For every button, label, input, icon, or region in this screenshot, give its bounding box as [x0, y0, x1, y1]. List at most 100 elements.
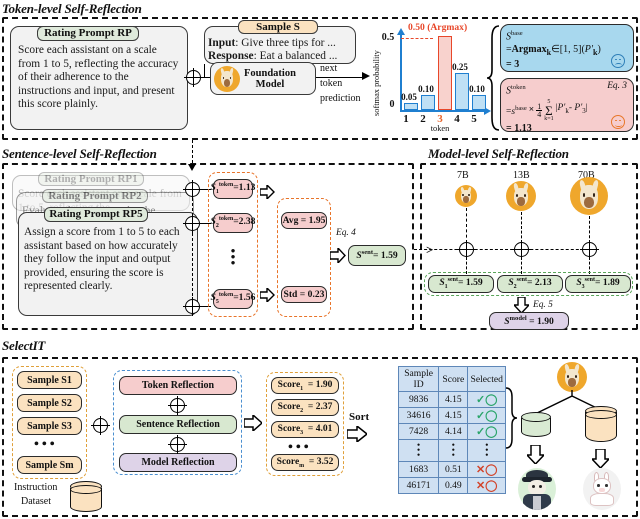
table-header-score: Score [438, 366, 469, 392]
chart-ylabel: softmax probability [372, 50, 381, 116]
section-title-model-level: Model-level Self-Reflection [428, 146, 569, 161]
arrow-selected-to-strong-model [527, 445, 544, 464]
chart-x-axis [400, 110, 486, 112]
selected-data-cylinder [521, 412, 551, 439]
score-item-m: Scorem = 3.52 [271, 454, 339, 471]
dashed-70b-down [589, 216, 590, 243]
sample-item-3: Sample S3 [17, 417, 82, 435]
plus-operator-70b [580, 240, 599, 259]
cell-sample-id: 9836 [397, 391, 440, 408]
dashed-horizontal-model-bus [414, 249, 594, 250]
white-llama-icon [583, 468, 621, 510]
sad-face-icon [611, 54, 625, 68]
cross-icon: ✕◯ [475, 464, 498, 476]
dashed-13b-down [521, 212, 522, 243]
arrow-to-chart-shaft [316, 77, 364, 79]
cell-sample-id: 1683 [397, 461, 440, 478]
foundation-model-label: Foundation Model [244, 68, 296, 90]
plus-operator-sentence-2 [183, 214, 202, 233]
table-header-sample-id: Sample ID [397, 366, 440, 392]
plus-operator-reflection-2 [168, 435, 187, 454]
table-row: 46171 0.49 ✕◯ [397, 477, 506, 494]
cell-score: 4.14 [438, 423, 469, 440]
cell-sample-id-ellipsis: • • • [397, 439, 440, 462]
model-eq-ref: Eq. 5 [533, 300, 553, 310]
chart-ytick-max: 0.5 [381, 32, 395, 43]
arrow-reflections-to-scores [244, 415, 262, 431]
score-item-3: Score3 = 4.01 [271, 421, 339, 438]
rating-prompt-2-tag-text: Rating Prompt RP2 [48, 189, 142, 202]
arrow-to-avg [260, 185, 275, 199]
token-score-5-value: =1.56 [233, 292, 256, 304]
cell-score-ellipsis: • • • [438, 439, 469, 462]
chart-bar-value-2: 0.10 [418, 84, 434, 94]
sentence-reflection-box: Sentence Reflection [119, 415, 237, 434]
plus-operator-13b [512, 240, 531, 259]
softmax-probability-chart: softmax probability 0.5 0 0.50 (Argmax) … [368, 20, 491, 133]
table-row: 9836 4.15 ✓◯ [397, 391, 506, 408]
samples-ellipsis: ••• [34, 437, 58, 452]
rating-prompt-5-tag: Rating Prompt RP5 [44, 207, 148, 222]
dashed-link-arrowhead [188, 164, 196, 171]
base-score-equation-box: Sbase =Argmaxk∈[1, 5](P'k) = 3 [500, 24, 634, 72]
next-token-l3: prediction [320, 93, 361, 104]
dashed-spine-sentence [192, 188, 193, 306]
cross-icon: ✕◯ [475, 480, 498, 492]
rating-prompt-text: Score each assistant on a scale from 1 t… [18, 44, 179, 111]
armored-llama-icon [518, 468, 556, 510]
cell-sample-id: 7428 [397, 423, 440, 440]
instruction-dataset-label-2: Dataset [21, 496, 51, 507]
cell-selected-ellipsis: • • • [467, 439, 506, 462]
section-title-selectit: SelectIT [2, 338, 46, 353]
token-score-2: S2token=2.38 [211, 213, 255, 233]
token-reflection-box: Token Reflection [119, 376, 237, 395]
arrow-to-model-score [514, 297, 529, 313]
arrow-to-std [260, 288, 275, 302]
avg-box: Avg = 1.95 [281, 212, 327, 229]
sample-input-line: Input: Give three tips for ... [208, 37, 358, 51]
instruction-dataset-icon [70, 481, 102, 515]
chart-ytick-min: 0 [389, 99, 395, 110]
plus-operator-selectit [91, 416, 110, 435]
chart-bar-1 [404, 102, 418, 110]
token-scores-ellipsis: • • • [230, 243, 236, 270]
arrow-to-sentence-score [330, 248, 346, 263]
cell-selected: ✓◯ [467, 423, 506, 440]
chart-y-axis-arrow [397, 28, 405, 35]
plus-operator-sentence-1 [183, 180, 202, 199]
cell-selected: ✓◯ [467, 407, 506, 424]
check-icon: ✓◯ [475, 410, 498, 422]
cell-score: 4.15 [438, 391, 469, 408]
sample-tag: Sample S [238, 20, 318, 34]
happy-face-icon [611, 115, 625, 129]
cell-selected: ✕◯ [467, 461, 506, 478]
rating-prompt-5-text: Assign a score from 1 to 5 to each assis… [24, 226, 180, 293]
rating-prompt-5-tag-text: Rating Prompt RP5 [49, 208, 143, 220]
model-score-result: Smodel = 1.90 [489, 312, 569, 330]
rating-prompt-tag: Rating Prompt RP [37, 26, 139, 41]
cell-sample-id: 34616 [397, 407, 440, 424]
base-eq-line2: =Argmaxk∈[1, 5](P'k) [506, 43, 601, 57]
token-eq-line2: =sbase × 14 5 Σk=1 |P'k- P'3| [506, 98, 588, 122]
chart-bar-value-4: 0.25 [452, 62, 468, 72]
rating-prompt-1-tag-text: Rating Prompt RP1 [44, 172, 138, 185]
llama-icon-70b [570, 177, 608, 215]
cell-sample-id: 46171 [397, 477, 440, 494]
cell-score: 0.49 [438, 477, 469, 494]
score-item-2: Score2 = 2.37 [271, 399, 339, 416]
rating-prompt-2-tag: Rating Prompt RP2 [42, 189, 148, 203]
section-title-sentence-level: Sentence-level Self-Reflection [2, 146, 157, 161]
cell-selected: ✓◯ [467, 391, 506, 408]
sample-input-text: : Give three tips for ... [235, 37, 336, 49]
base-eq-line3: = 3 [506, 59, 520, 71]
chart-xlabel: token [430, 124, 450, 133]
sample-item-1: Sample S1 [17, 371, 82, 389]
connector-sample-down [204, 64, 206, 78]
model-size-13b: 13B [513, 170, 530, 181]
plus-operator-7b [457, 240, 476, 259]
model-size-7b: 7B [457, 170, 469, 181]
base-eq-line1: Sbase [506, 30, 523, 43]
foundation-model-line2: Model [255, 78, 285, 90]
table-row: 7428 4.14 ✓◯ [397, 423, 506, 440]
cell-score: 0.51 [438, 461, 469, 478]
